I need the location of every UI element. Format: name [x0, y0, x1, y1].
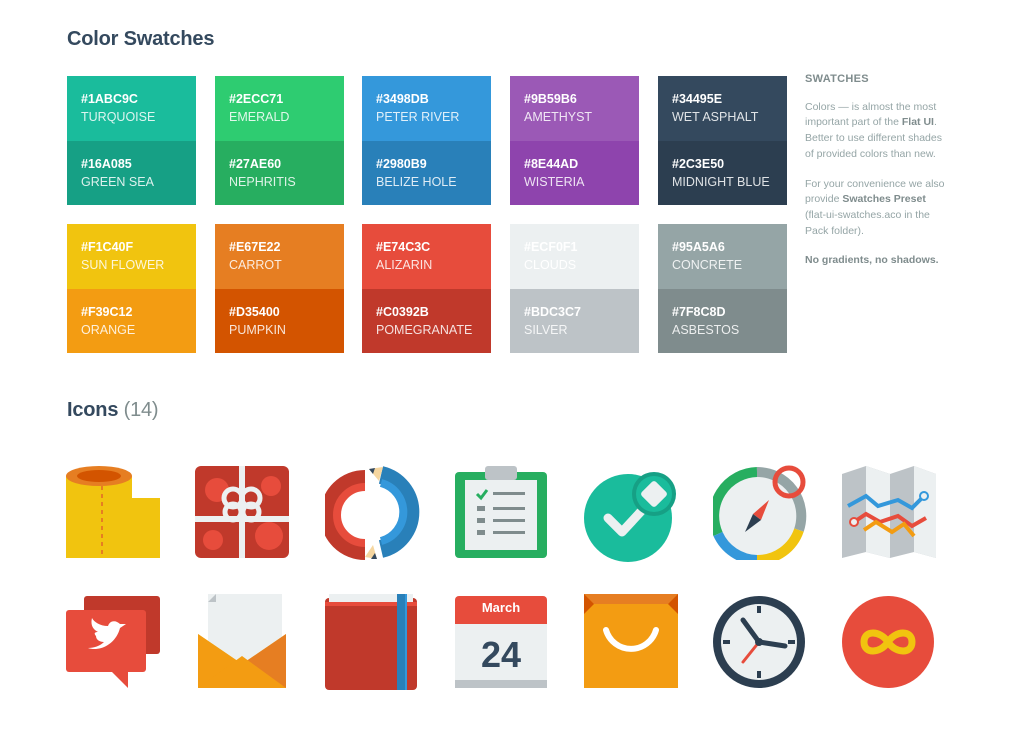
- sidebar-text: (flat-ui-swatches.aco in the Pack folder…: [805, 208, 930, 237]
- swatch-silver[interactable]: #BDC3C7 SILVER: [510, 289, 639, 353]
- swatch-hex: #2ECC71: [229, 92, 284, 106]
- swatch-label: TURQUOISE: [81, 110, 156, 124]
- clock-icon[interactable]: [713, 596, 809, 692]
- swatch-wetasphalt-midnightblue: #34495E WET ASPHALT #2C3E50 MIDNIGHT BLUE: [658, 76, 787, 205]
- swatch-concrete[interactable]: #95A5A6 CONCRETE: [658, 224, 787, 289]
- swatch-label: ORANGE: [81, 323, 136, 337]
- swatch-hex: #E74C3C: [376, 240, 431, 254]
- swatch-hex: #2980B9: [376, 157, 427, 171]
- mail-icon[interactable]: [198, 594, 294, 690]
- swatch-label: POMEGRANATE: [376, 323, 473, 337]
- swatch-label: ASBESTOS: [672, 323, 740, 337]
- swatch-sunflower-orange: #F1C40F SUN FLOWER #F39C12 ORANGE: [67, 224, 196, 353]
- sidebar-paragraph-rule: No gradients, no shadows.: [805, 253, 945, 269]
- swatch-hex: #8E44AD: [524, 157, 579, 171]
- icons-count: (14): [123, 399, 159, 421]
- swatch-carrot[interactable]: #E67E22 CARROT: [215, 224, 344, 289]
- swatch-hex: #F1C40F: [81, 240, 134, 254]
- icons-title: Icons (14): [67, 399, 159, 422]
- swatch-amethyst[interactable]: #9B59B6 AMETHYST: [510, 76, 639, 141]
- swatch-peter-river[interactable]: #3498DB PETER RIVER: [362, 76, 491, 141]
- swatch-pumpkin[interactable]: #D35400 PUMPKIN: [215, 289, 344, 353]
- swatch-label: WET ASPHALT: [672, 110, 759, 124]
- sidebar-paragraph-preset: For your convenience we also provide Swa…: [805, 177, 945, 240]
- sidebar-bold: No gradients, no shadows.: [805, 254, 939, 267]
- swatch-label: EMERALD: [229, 110, 290, 124]
- shopping-bag-icon[interactable]: [584, 594, 680, 690]
- map-icon[interactable]: [842, 466, 938, 562]
- calendar-icon[interactable]: March 24: [455, 596, 551, 692]
- calendar-month: March: [481, 600, 521, 615]
- swatch-concrete-asbestos: #95A5A6 CONCRETE #7F8C8D ASBESTOS: [658, 224, 787, 353]
- book-icon[interactable]: [325, 594, 421, 690]
- sidebar-bold: Swatches Preset: [842, 193, 926, 206]
- swatch-label: PUMPKIN: [229, 323, 286, 337]
- swatch-alizarin[interactable]: #E74C3C ALIZARIN: [362, 224, 491, 289]
- swatch-belize-hole[interactable]: #2980B9 BELIZE HOLE: [362, 141, 491, 205]
- infinity-icon[interactable]: [842, 596, 938, 692]
- pencils-icon[interactable]: [325, 465, 421, 561]
- swatch-label: SILVER: [524, 323, 568, 337]
- swatch-hex: #1ABC9C: [81, 92, 138, 106]
- swatch-label: WISTERIA: [524, 175, 585, 189]
- swatch-hex: #16A085: [81, 157, 132, 171]
- swatch-peterriver-belizehole: #3498DB PETER RIVER #2980B9 BELIZE HOLE: [362, 76, 491, 205]
- compass-icon[interactable]: [713, 464, 809, 560]
- swatch-turquoise[interactable]: #1ABC9C TURQUOISE: [67, 76, 196, 141]
- swatch-pomegranate[interactable]: #C0392B POMEGRANATE: [362, 289, 491, 353]
- sidebar-paragraph-colors: Colors — is almost the most important pa…: [805, 100, 945, 163]
- swatch-asbestos[interactable]: #7F8C8D ASBESTOS: [658, 289, 787, 353]
- swatch-hex: #3498DB: [376, 92, 429, 106]
- swatch-label: SUN FLOWER: [81, 258, 165, 272]
- swatch-midnight-blue[interactable]: #2C3E50 MIDNIGHT BLUE: [658, 141, 787, 205]
- swatch-label: GREEN SEA: [81, 175, 154, 189]
- clipboard-icon[interactable]: [455, 462, 551, 558]
- swatch-hex: #27AE60: [229, 157, 282, 171]
- swatch-label: CARROT: [229, 258, 282, 272]
- swatch-label: CONCRETE: [672, 258, 743, 272]
- swatch-clouds-silver: #ECF0F1 CLOUDS #BDC3C7 SILVER: [510, 224, 639, 353]
- swatch-wet-asphalt[interactable]: #34495E WET ASPHALT: [658, 76, 787, 141]
- swatch-hex: #9B59B6: [524, 92, 577, 106]
- swatch-hex: #D35400: [229, 305, 280, 319]
- swatch-hex: #2C3E50: [672, 157, 725, 171]
- sidebar-bold: Flat UI: [901, 116, 934, 129]
- swatch-hex: #BDC3C7: [524, 305, 581, 319]
- icons-title-text: Icons: [67, 399, 119, 421]
- swatch-label: PETER RIVER: [376, 110, 460, 124]
- swatch-hex: #E67E22: [229, 240, 281, 254]
- swatch-hex: #F39C12: [81, 305, 133, 319]
- swatch-wisteria[interactable]: #8E44AD WISTERIA: [510, 141, 639, 205]
- swatch-sun-flower[interactable]: #F1C40F SUN FLOWER: [67, 224, 196, 289]
- swatch-label: MIDNIGHT BLUE: [672, 175, 770, 189]
- swatch-emerald[interactable]: #2ECC71 EMERALD: [215, 76, 344, 141]
- swatch-emerald-nephritis: #2ECC71 EMERALD #27AE60 NEPHRITIS: [215, 76, 344, 205]
- swatch-hex: #7F8C8D: [672, 305, 726, 319]
- swatch-label: NEPHRITIS: [229, 175, 296, 189]
- swatch-label: ALIZARIN: [376, 258, 433, 272]
- checkmark-icon[interactable]: [584, 468, 680, 564]
- toilet-paper-icon[interactable]: [66, 462, 162, 558]
- swatch-orange[interactable]: #F39C12 ORANGE: [67, 289, 196, 353]
- swatch-clouds[interactable]: #ECF0F1 CLOUDS: [510, 224, 639, 289]
- sidebar-title: SWATCHES: [805, 73, 869, 85]
- swatch-label: AMETHYST: [524, 110, 593, 124]
- swatch-hex: #ECF0F1: [524, 240, 578, 254]
- swatch-hex: #34495E: [672, 92, 723, 106]
- swatch-label: CLOUDS: [524, 258, 577, 272]
- swatch-hex: #C0392B: [376, 305, 429, 319]
- swatches-sidebar: SWATCHES Colors — is almost the most imp…: [805, 72, 945, 283]
- calendar-day: 24: [480, 634, 522, 675]
- swatch-alizarin-pomegranate: #E74C3C ALIZARIN #C0392B POMEGRANATE: [362, 224, 491, 353]
- swatch-hex: #95A5A6: [672, 240, 725, 254]
- swatch-nephritis[interactable]: #27AE60 NEPHRITIS: [215, 141, 344, 205]
- swatch-turquoise-greensea: #1ABC9C TURQUOISE #16A085 GREEN SEA: [67, 76, 196, 205]
- swatch-green-sea[interactable]: #16A085 GREEN SEA: [67, 141, 196, 205]
- swatch-carrot-pumpkin: #E67E22 CARROT #D35400 PUMPKIN: [215, 224, 344, 353]
- gift-icon[interactable]: [195, 466, 291, 562]
- swatch-amethyst-wisteria: #9B59B6 AMETHYST #8E44AD WISTERIA: [510, 76, 639, 205]
- swatch-label: BELIZE HOLE: [376, 175, 457, 189]
- color-swatches-title: Color Swatches: [67, 28, 215, 50]
- chat-bubble-icon[interactable]: [66, 594, 162, 690]
